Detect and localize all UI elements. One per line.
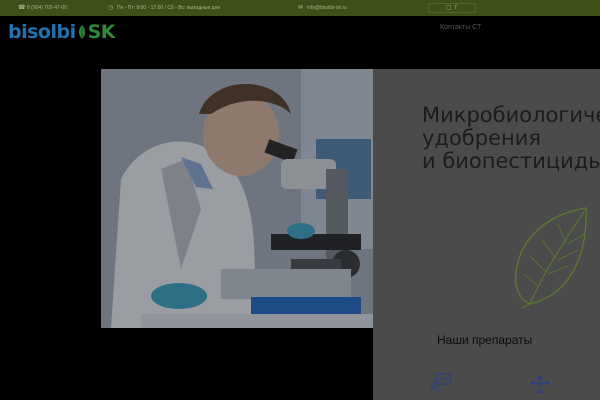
hero-title-line-3: и биопестициды [422,149,600,173]
phone-text: 8 (904) 700-47-00 [27,5,68,11]
working-hours: ◷ Пн - Пт: 9:00 - 17:00 / Сб - Вс: выход… [108,0,220,16]
phone-icon: ☎ [18,5,26,11]
logo-leaf-icon [78,25,85,39]
hours-text: Пн - Пт: 9:00 - 17:00 / Сб - Вс: выходны… [117,5,221,11]
mail-icon: ✉ [298,5,304,11]
email-text: info@bisolbi-sk.ru [307,5,347,11]
facebook-icon[interactable]: f [455,5,461,11]
email-contact[interactable]: ✉ info@bisolbi-sk.ru [298,0,347,16]
product-plant-network-icon[interactable] [529,372,551,394]
products-section-title: Наши препараты [437,333,533,347]
nav-contacts-link[interactable]: Контакты СТ [440,24,481,31]
hero-title-line-2: удобрения [422,126,542,150]
hero-image-scientist-microscope [101,69,387,328]
phone-contact[interactable]: ☎ 8 (904) 700-47-00 [18,0,67,16]
top-bar: ☎ 8 (904) 700-47-00 ◷ Пн - Пт: 9:00 - 17… [0,0,600,16]
hero-title: Микробиологические удобрения и биопестиц… [422,104,600,173]
clock-icon: ◷ [108,5,114,11]
hero-illustration [101,69,387,328]
logo-text-sk: SK [87,21,116,43]
instagram-icon[interactable]: ▢ [446,5,452,11]
social-links: ▢ f [446,0,461,16]
logo[interactable]: bisolbi SK [8,21,116,43]
hero-title-line-1: Микробиологические [422,104,600,127]
product-presentation-icon[interactable] [430,372,452,394]
logo-text-bisolbi: bisolbi [8,21,76,43]
leaf-icon [514,207,587,308]
